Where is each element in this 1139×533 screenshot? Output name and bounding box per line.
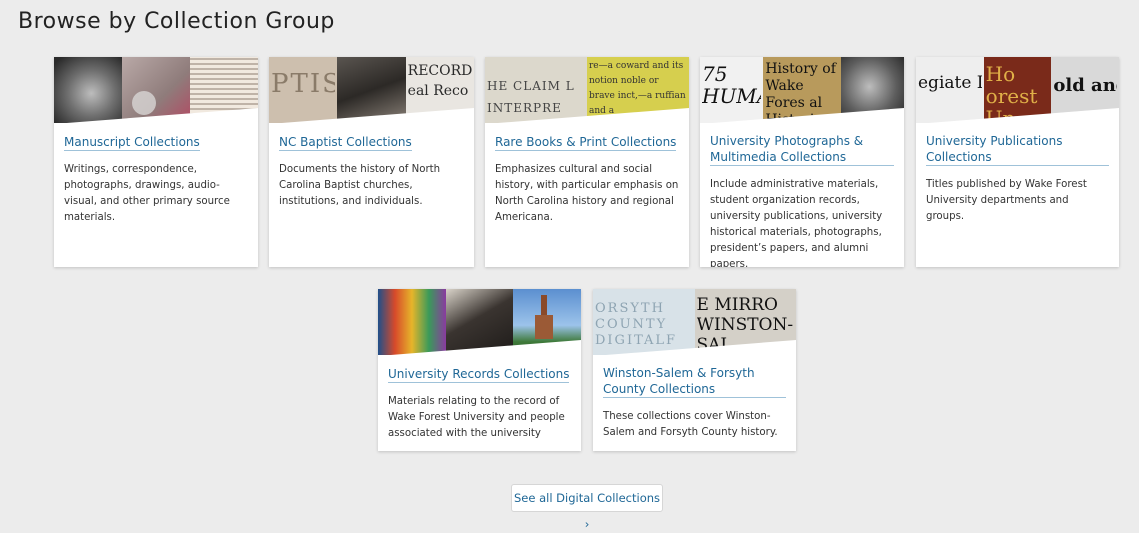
see-all-digital-collections-button[interactable]: See all Digital Collections › [511, 484, 663, 531]
winston-salem-collections-link[interactable]: Winston-Salem & Forsyth County Collectio… [603, 365, 786, 398]
university-publications-collections-description: Titles published by Wake Forest Universi… [926, 179, 1087, 222]
card-image-manuscript [54, 57, 258, 123]
card-image-rare-books: HE CLAIM L INTERPRE re—a coward and its … [485, 57, 689, 123]
image-text-collegiate: egiate D [918, 73, 982, 93]
page-title: Browse by Collection Group [18, 9, 335, 34]
university-photographs-collections-description: Include administrative materials, studen… [710, 179, 883, 267]
card-image-nc-baptist: PTIS RECORDER eal Reco [269, 57, 474, 123]
card-winston-salem-collections[interactable]: ORSYTH COUNTY DIGITALF E MIRRO WINSTON-S… [593, 289, 796, 451]
winston-salem-collections-description: These collections cover Winston-Salem an… [603, 411, 778, 438]
image-text-75: 75 HUMA [702, 63, 761, 107]
card-university-publications-collections[interactable]: egiate D Ho orest Un old and University … [916, 57, 1119, 267]
card-image-publications: egiate D Ho orest Un old and [916, 57, 1119, 123]
image-text-old-gold: old and [1053, 75, 1117, 96]
card-image-records [378, 289, 581, 355]
rare-books-collections-description: Emphasizes cultural and social history, … [495, 164, 679, 223]
card-manuscript-collections[interactable]: Manuscript Collections Writings, corresp… [54, 57, 258, 267]
card-rare-books-collections[interactable]: HE CLAIM L INTERPRE re—a coward and its … [485, 57, 689, 267]
card-image-winston-salem: ORSYTH COUNTY DIGITALF E MIRRO WINSTON-S… [593, 289, 796, 355]
card-university-photographs-collections[interactable]: 75 HUMA History of Wake Fores al Histori… [700, 57, 904, 267]
manuscript-collections-link[interactable]: Manuscript Collections [64, 134, 200, 151]
image-text-recorder: RECORDER eal Reco [407, 63, 472, 99]
card-nc-baptist-collections[interactable]: PTIS RECORDER eal Reco NC Baptist Collec… [269, 57, 474, 267]
card-image-photographs: 75 HUMA History of Wake Fores al Histori [700, 57, 904, 123]
university-records-collections-link[interactable]: University Records Collections [388, 366, 570, 383]
card-university-records-collections[interactable]: University Records Collections Materials… [378, 289, 581, 451]
manuscript-collections-description: Writings, correspondence, photographs, d… [64, 164, 230, 223]
nc-baptist-collections-description: Documents the history of North Carolina … [279, 164, 441, 207]
university-photographs-collections-link[interactable]: University Photographs & Multimedia Coll… [710, 133, 894, 166]
university-records-collections-description: Materials relating to the record of Wake… [388, 396, 565, 439]
image-text-baptist: PTIS [271, 69, 336, 99]
university-publications-collections-link[interactable]: University Publications Collections [926, 133, 1109, 166]
rare-books-collections-link[interactable]: Rare Books & Print Collections [495, 134, 677, 151]
nc-baptist-collections-link[interactable]: NC Baptist Collections [279, 134, 412, 151]
